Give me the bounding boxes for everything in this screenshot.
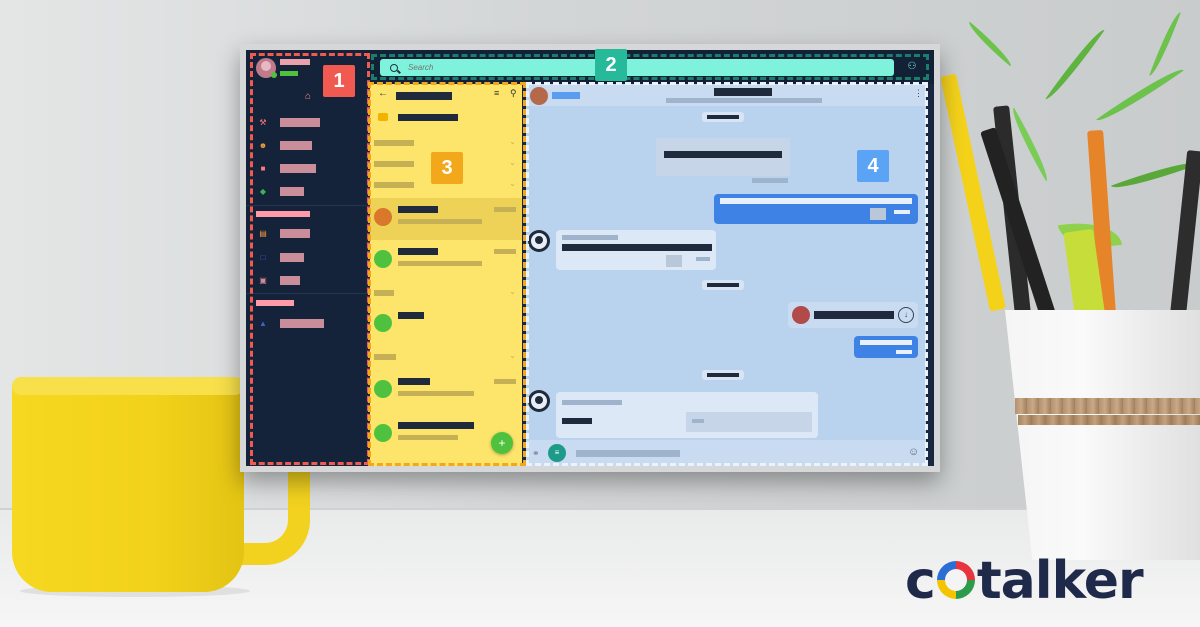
pot-rope-lower bbox=[1018, 415, 1200, 425]
annotation-region-sidebar bbox=[250, 53, 370, 465]
annotation-badge: 3 bbox=[431, 152, 463, 184]
brand-logo-ring bbox=[936, 561, 975, 599]
annotation-region-conversation bbox=[526, 82, 928, 466]
brand-text-end: talker bbox=[976, 551, 1144, 611]
yellow-mug bbox=[12, 380, 244, 592]
annotation-badge: 2 bbox=[595, 49, 627, 81]
pot-rope bbox=[1015, 398, 1200, 414]
annotation-region-chat-list bbox=[368, 82, 526, 466]
brand-logo: c talker bbox=[905, 551, 1144, 611]
plant-pot bbox=[1005, 310, 1200, 560]
brand-text-start: c bbox=[905, 551, 936, 611]
annotation-badge: 1 bbox=[323, 65, 355, 97]
annotation-badge: 4 bbox=[857, 150, 889, 182]
annotation-region-search bbox=[371, 54, 929, 80]
mug-rim bbox=[12, 377, 244, 395]
